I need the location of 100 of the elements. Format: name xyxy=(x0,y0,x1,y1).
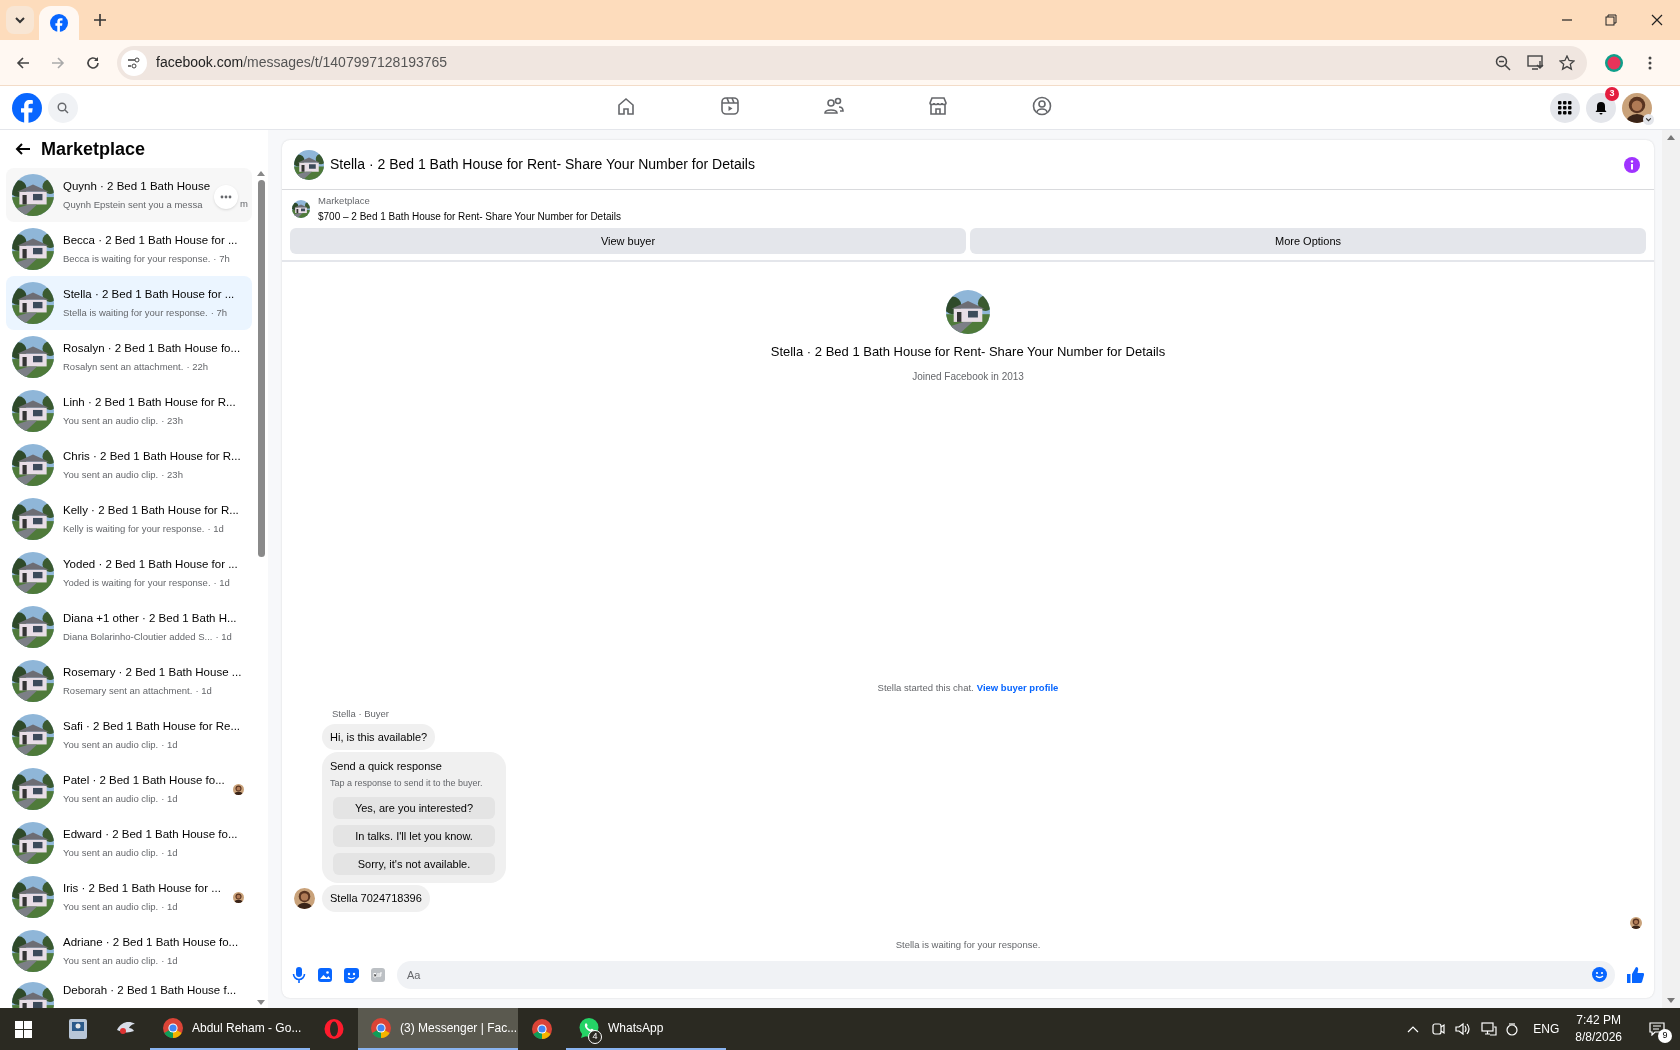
view-buyer-button[interactable]: View buyer xyxy=(290,228,966,254)
clock-time[interactable]: 7:42 PM xyxy=(1576,1012,1621,1029)
store-icon[interactable] xyxy=(928,96,948,116)
search-icon xyxy=(57,101,69,114)
conversation-item[interactable]: Safi · 2 Bed 1 Bath House for Re... You sent an audio clip. · 1d xyxy=(6,708,252,762)
taskbar-app-button[interactable]: (3) Messenger | Fac... xyxy=(358,1008,518,1050)
close-icon[interactable] xyxy=(1650,13,1664,27)
language-indicator[interactable]: ENG xyxy=(1533,1020,1560,1038)
conversation-item[interactable]: Linh · 2 Bed 1 Bath House for R... You sent an audio clip. · 23h xyxy=(6,384,252,438)
conversation-preview: Diana Bolarinho-Cloutier added S... xyxy=(63,630,213,644)
conversation-item[interactable]: Edward · 2 Bed 1 Bath House fo... You sent an audio clip. · 1d xyxy=(6,816,252,870)
conversation-item[interactable]: Chris · 2 Bed 1 Bath House for R... You sent an audio clip. · 23h xyxy=(6,438,252,492)
reload-icon[interactable] xyxy=(85,54,101,71)
browser-menu-icon[interactable] xyxy=(1648,55,1652,70)
emoji-icon[interactable] xyxy=(1592,967,1607,982)
message-input[interactable]: Aa xyxy=(397,961,1615,989)
notifications-button[interactable] xyxy=(1586,92,1616,123)
facebook-logo-icon[interactable] xyxy=(12,92,42,123)
taskbar-app-button[interactable]: WhatsApp 4 xyxy=(566,1008,726,1050)
search-button[interactable] xyxy=(48,92,78,123)
conversation-item[interactable]: Yoded · 2 Bed 1 Bath House for ... Yoded is waiting for your response. · 1d xyxy=(6,546,252,600)
chat-started-text: Stella started this chat. xyxy=(877,681,974,696)
conversation-preview: You sent an audio clip. xyxy=(63,900,159,914)
conversation-title: Kelly · 2 Bed 1 Bath House for R... xyxy=(63,502,239,518)
conversation-time: · 1d xyxy=(161,846,178,860)
microphone-icon[interactable] xyxy=(292,967,306,983)
view-buyer-profile-link[interactable]: View buyer profile xyxy=(976,681,1059,696)
meet-icon[interactable] xyxy=(1431,1022,1446,1036)
more-options-button[interactable] xyxy=(214,185,238,209)
home-icon[interactable] xyxy=(616,96,636,116)
install-app-icon[interactable] xyxy=(1527,54,1545,71)
conversation-preview: Quynh Epstein sent you a messa xyxy=(63,198,203,212)
site-settings-icon[interactable] xyxy=(127,55,141,70)
photo-icon[interactable] xyxy=(318,968,332,982)
profile-name: Stella · 2 Bed 1 Bath House for Rent- Share Your Number for Details xyxy=(770,343,1166,361)
conversation-item[interactable]: Kelly · 2 Bed 1 Bath House for R... Kelly is waiting for your response. · 1d xyxy=(6,492,252,546)
back-arrow-icon[interactable] xyxy=(15,141,31,157)
conversation-item[interactable]: Quynh · 2 Bed 1 Bath House Quynh Epstein sent you a messa m xyxy=(6,168,252,222)
quick-reply-button[interactable]: Sorry, it's not available. xyxy=(333,853,495,876)
scroll-up-icon[interactable] xyxy=(1667,134,1675,140)
conversation-time: · 7h xyxy=(210,306,228,320)
start-icon[interactable] xyxy=(15,1020,32,1038)
info-icon[interactable] xyxy=(1624,156,1640,173)
restore-icon[interactable] xyxy=(1604,13,1618,27)
taskbar-app-button[interactable]: Abdul Reham - Go... xyxy=(150,1008,310,1050)
conversation-title: Rosemary · 2 Bed 1 Bath House ... xyxy=(63,664,242,680)
more-options-button[interactable]: More Options xyxy=(970,228,1646,254)
sticker-icon[interactable] xyxy=(344,967,359,983)
sender-label: Stella · Buyer xyxy=(332,706,391,721)
like-icon[interactable] xyxy=(1627,967,1644,983)
groups-icon[interactable] xyxy=(1032,96,1052,116)
conversation-item[interactable]: Rosemary · 2 Bed 1 Bath House ... Rosemary sent an attachment. · 1d xyxy=(6,654,252,708)
chevron-down-icon xyxy=(14,14,26,26)
scroll-down-icon[interactable] xyxy=(1667,998,1675,1004)
scroll-down-icon[interactable] xyxy=(257,1000,265,1006)
address-bar[interactable]: facebook.com/messages/t/1407997128193765 xyxy=(117,45,1587,80)
scrollbar-thumb[interactable] xyxy=(257,180,265,557)
chrome-icon xyxy=(162,1017,184,1039)
volume-icon[interactable] xyxy=(1455,1022,1472,1036)
app-badge: 4 xyxy=(588,1030,602,1044)
notification-center-button[interactable]: 9 xyxy=(1642,1014,1672,1044)
chevron-down-icon xyxy=(1645,115,1652,123)
quick-reply-button[interactable]: Yes, are you interested? xyxy=(333,797,495,820)
clock-date[interactable]: 8/8/2026 xyxy=(1575,1029,1622,1046)
extension-icon[interactable] xyxy=(1604,52,1624,73)
browser-tab[interactable] xyxy=(39,6,79,40)
network-icon[interactable] xyxy=(1481,1022,1498,1036)
conversation-title: Deborah · 2 Bed 1 Bath House f... xyxy=(63,983,237,998)
show-hidden-icons-icon[interactable] xyxy=(1407,1025,1420,1033)
conversation-preview: You sent an audio clip. xyxy=(63,414,159,428)
conversation-preview: You sent an audio clip. xyxy=(63,792,159,806)
bookmark-star-icon[interactable] xyxy=(1559,54,1575,71)
conversation-time: · 1d xyxy=(161,738,178,752)
conversation-item[interactable]: Adriane · 2 Bed 1 Bath House fo... You sent an audio clip. · 1d xyxy=(6,924,252,978)
conversation-time: · 1d xyxy=(207,522,224,536)
conversation-time: · 22h xyxy=(186,360,209,374)
friends-icon[interactable] xyxy=(824,96,844,116)
conversation-item[interactable]: Rosalyn · 2 Bed 1 Bath House fo... Rosalyn sent an attachment. · 22h xyxy=(6,330,252,384)
zoom-icon[interactable] xyxy=(1495,54,1511,71)
conversation-item[interactable]: Diana +1 other · 2 Bed 1 Bath H... Diana Bolarinho-Cloutier added S... · 1d xyxy=(6,600,252,654)
conversation-time: · 1d xyxy=(215,630,232,644)
conversation-preview: Kelly is waiting for your response. xyxy=(63,522,205,536)
menu-button[interactable] xyxy=(1550,92,1580,123)
conversation-title: Diana +1 other · 2 Bed 1 Bath H... xyxy=(63,610,237,626)
video-icon[interactable] xyxy=(720,96,740,116)
sidebar-title: Marketplace xyxy=(41,137,146,161)
conversation-item[interactable]: Becca · 2 Bed 1 Bath House for ... Becca is waiting for your response. · 7h xyxy=(6,222,252,276)
sync-icon[interactable] xyxy=(1505,1022,1520,1036)
conversation-item[interactable]: Patel · 2 Bed 1 Bath House fo... You sent an audio clip. · 1d xyxy=(6,762,252,816)
new-tab-icon[interactable] xyxy=(93,13,107,27)
tab-list-button[interactable] xyxy=(6,6,34,34)
conversation-item[interactable]: Stella · 2 Bed 1 Bath House for ... Stella is waiting for your response. · 7h xyxy=(6,276,252,330)
quick-reply-button[interactable]: In talks. I'll let you know. xyxy=(333,825,495,848)
conversation-item[interactable]: Iris · 2 Bed 1 Bath House for ... You sent an audio clip. · 1d xyxy=(6,870,252,924)
listing-label: Marketplace xyxy=(318,194,371,209)
waiting-status-text: Stella is waiting for your response. xyxy=(895,937,1041,952)
chrome-icon xyxy=(370,1017,392,1039)
back-icon[interactable] xyxy=(15,54,31,71)
scroll-up-icon[interactable] xyxy=(257,170,265,176)
quick-response-title: Send a quick response xyxy=(330,759,443,775)
